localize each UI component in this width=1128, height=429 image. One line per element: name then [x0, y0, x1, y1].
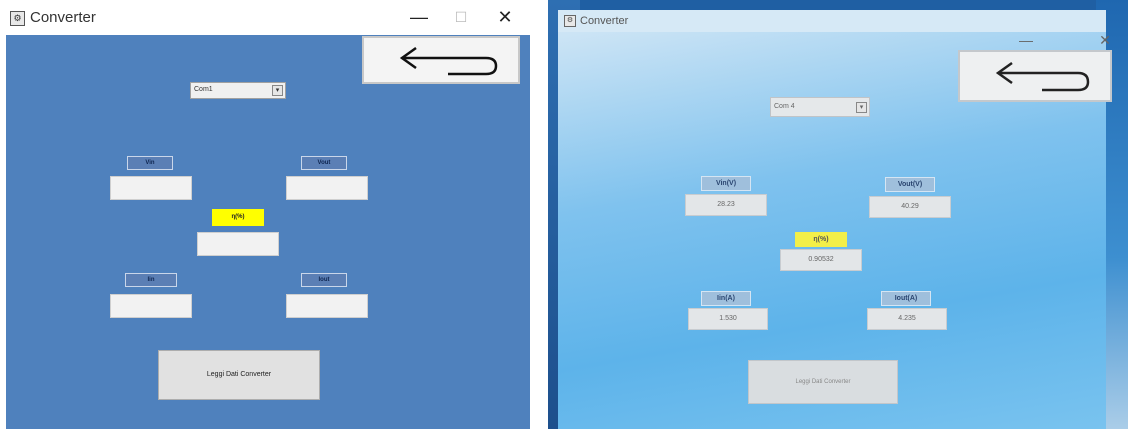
app-icon: ⚙ [564, 15, 576, 27]
window-titlebar: ⚙ Converter — ☐ ✕ [0, 0, 531, 35]
back-button[interactable] [958, 50, 1112, 102]
close-button[interactable]: ✕ [1098, 28, 1112, 52]
iin-field[interactable] [110, 294, 192, 318]
photo-panel: ⚙ Converter — ✕ Com 4 ▾ Vin(V) 28.23 Vou… [548, 0, 1128, 429]
port-select-value: Com 4 [774, 103, 795, 110]
vin-label: Vin(V) [701, 176, 751, 191]
vout-field[interactable]: 40.29 [869, 196, 951, 218]
read-data-button[interactable]: Leggi Dati Converter [748, 360, 898, 404]
iin-field[interactable]: 1.530 [688, 308, 768, 330]
minimize-button[interactable]: — [1012, 28, 1040, 52]
vin-field[interactable] [110, 176, 192, 200]
close-button[interactable]: ✕ [491, 5, 519, 29]
port-select[interactable]: Com 4 ▾ [770, 97, 870, 117]
iin-label: Iin(A) [701, 291, 751, 306]
back-arrow-icon [399, 46, 498, 76]
maximize-button[interactable]: ☐ [447, 5, 475, 29]
chevron-down-icon[interactable]: ▾ [856, 102, 867, 113]
vin-label: Vin [127, 156, 173, 170]
port-select[interactable]: Com1 ▾ [190, 82, 286, 99]
efficiency-field[interactable] [197, 232, 279, 256]
port-select-value: Com1 [194, 86, 213, 93]
window-title: Converter [30, 9, 96, 26]
vout-label: Vout [301, 156, 347, 170]
minimize-button[interactable]: — [405, 5, 433, 29]
efficiency-label: η(%) [212, 209, 264, 226]
back-button[interactable] [362, 36, 520, 84]
efficiency-label: η(%) [795, 232, 847, 247]
iin-label: Iin [125, 273, 177, 287]
screenshot-panel: ⚙ Converter — ☐ ✕ Com1 ▾ Vin Vout η(%) I… [0, 0, 531, 429]
chevron-down-icon[interactable]: ▾ [272, 85, 283, 96]
iout-label: Iout [301, 273, 347, 287]
vout-label: Vout(V) [885, 177, 935, 192]
iout-field[interactable] [286, 294, 368, 318]
efficiency-field[interactable]: 0.90532 [780, 249, 862, 271]
converter-client-area: Com1 ▾ Vin Vout η(%) Iin Iout Leggi Dati… [6, 35, 530, 429]
vout-field[interactable] [286, 176, 368, 200]
read-data-button[interactable]: Leggi Dati Converter [158, 350, 320, 400]
window-title: Converter [580, 15, 629, 27]
back-arrow-icon [995, 61, 1090, 92]
iout-field[interactable]: 4.235 [867, 308, 947, 330]
converter-window: ⚙ Converter — ✕ Com 4 ▾ Vin(V) 28.23 Vou… [558, 10, 1112, 429]
iout-label: Iout(A) [881, 291, 931, 306]
app-icon: ⚙ [10, 11, 25, 26]
vin-field[interactable]: 28.23 [685, 194, 767, 216]
